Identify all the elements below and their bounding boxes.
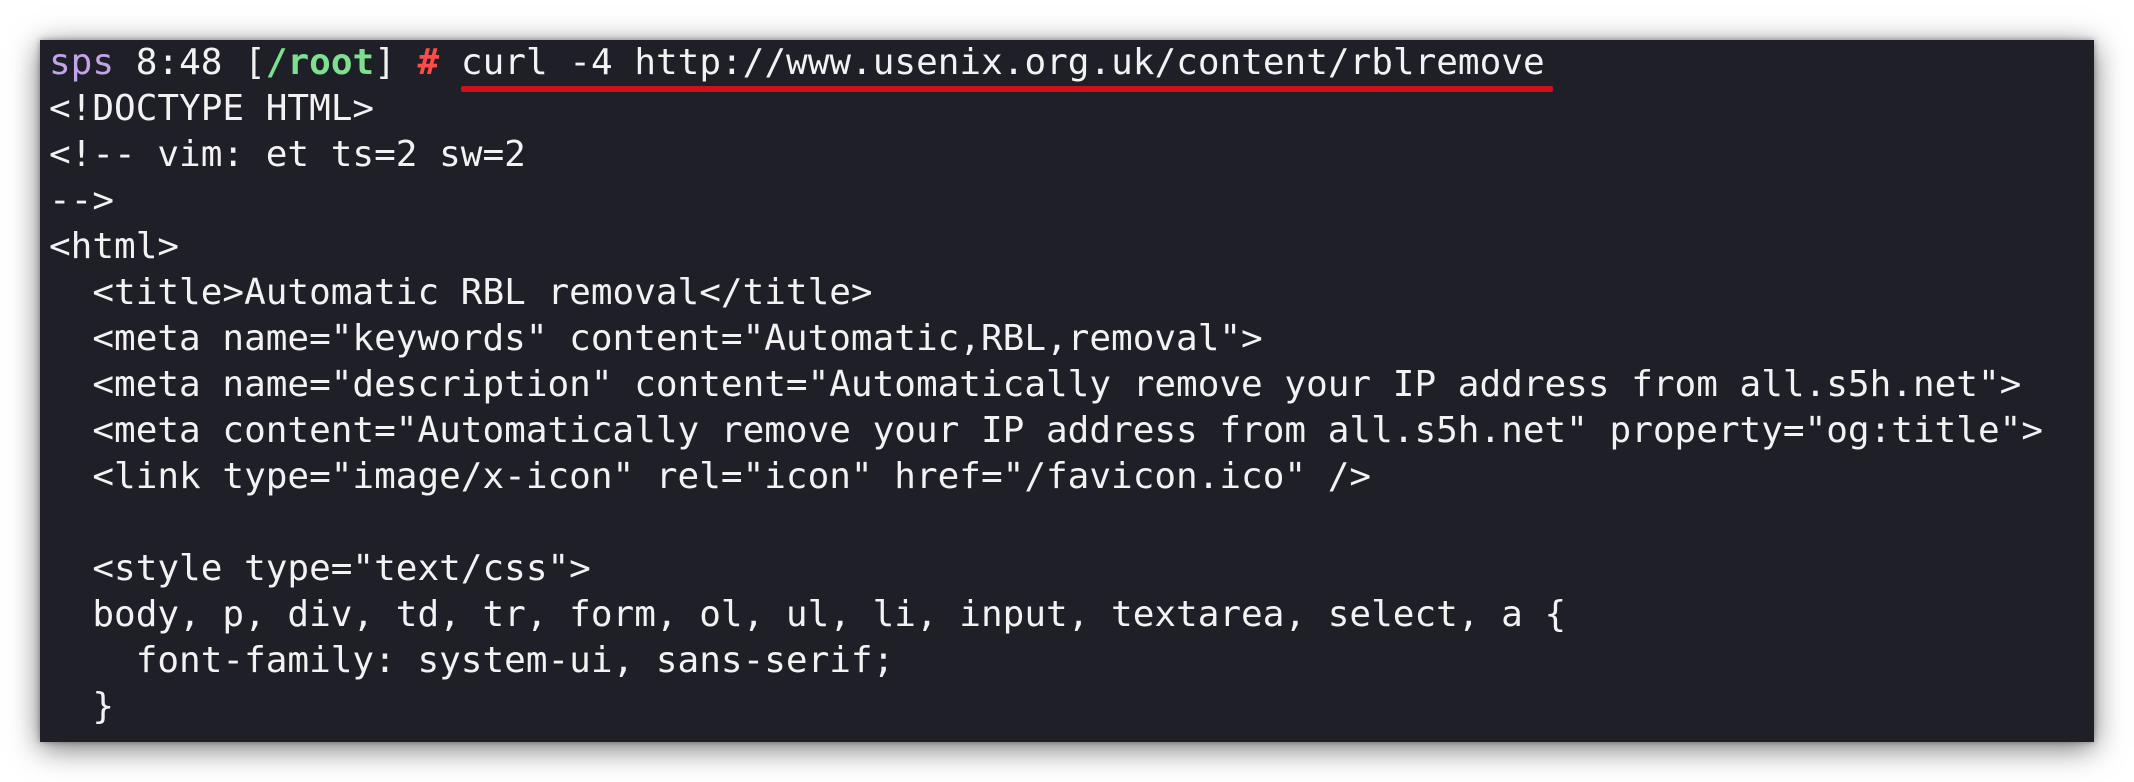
output-line: <meta name="description" content="Automa… <box>49 364 2022 405</box>
prompt-path: /root <box>265 42 375 83</box>
prompt-bracket-open: [ <box>244 42 266 83</box>
output-line: <title>Automatic RBL removal</title> <box>49 272 873 313</box>
output-line: <link type="image/x-icon" rel="icon" hre… <box>49 456 1372 497</box>
output-line: font-family: system-ui, sans-serif; <box>49 640 895 681</box>
output-line: } <box>49 686 115 727</box>
highlight-underline <box>460 86 1553 92</box>
terminal-window[interactable]: sps 8:48 [/root] # curl -4 http://www.us… <box>40 40 2094 742</box>
prompt-bracket-close: ] <box>374 42 396 83</box>
output-line: <html> <box>49 226 180 267</box>
prompt-time: 8:48 <box>135 42 223 83</box>
output-line: <!DOCTYPE HTML> <box>49 88 375 129</box>
output-line: --> <box>49 180 115 221</box>
command-text-highlighted: curl -4 http://www.usenix.org.uk/content… <box>460 40 1553 92</box>
output-line-blank <box>49 500 2094 546</box>
output-line: <!-- vim: et ts=2 sw=2 <box>49 134 526 175</box>
output-line: body, p, div, td, tr, form, ol, ul, li, … <box>49 594 1567 635</box>
prompt-line: sps 8:48 [/root] # curl -4 http://www.us… <box>49 40 2094 92</box>
command-text: curl -4 http://www.usenix.org.uk/content… <box>460 42 1545 83</box>
output-line: <meta content="Automatically remove your… <box>49 410 2043 451</box>
output-line: <meta name="keywords" content="Automatic… <box>49 318 1263 359</box>
prompt-user: sps <box>49 42 115 83</box>
output-line: <style type="text/css"> <box>49 548 591 589</box>
prompt-root-symbol: # <box>417 42 440 83</box>
